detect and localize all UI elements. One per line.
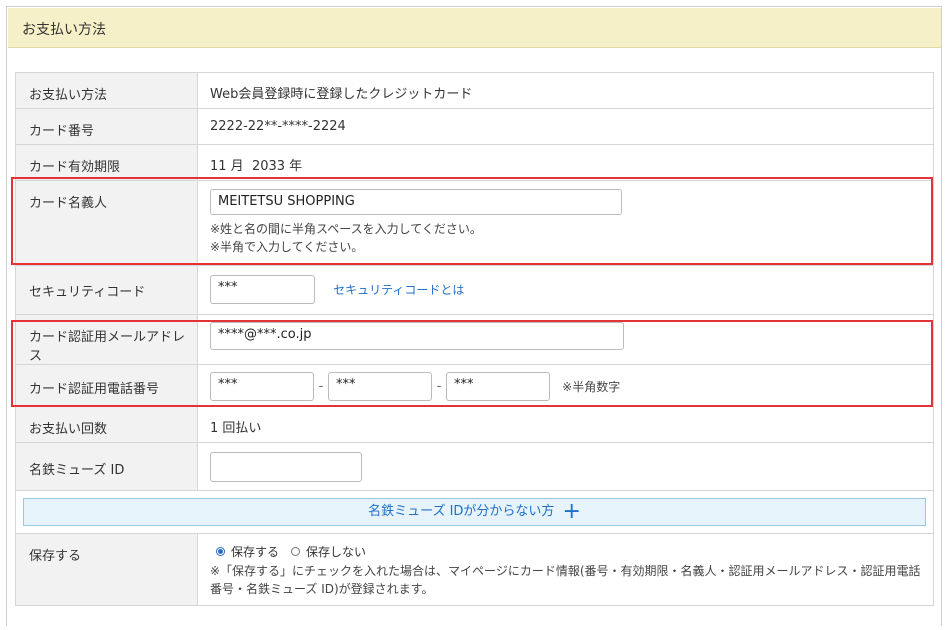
section-title: お支払い方法 [8,8,941,48]
row-installments: お支払い回数 1 回払い [15,406,934,443]
save-yes-option[interactable]: 保存する [216,544,291,559]
row-auth-phone: カード認証用電話番号 *** - *** - *** ※半角数字 [15,364,934,407]
radio-unchecked-icon[interactable] [291,547,301,556]
muse-id-help-label: 名鉄ミューズ IDが分からない方 [368,504,555,519]
row-card-expiry: カード有効期限 11 月 2033 年 [15,144,934,181]
security-code-label: セキュリティコード [15,265,198,315]
auth-phone-label: カード認証用電話番号 [15,364,198,407]
auth-email-label: カード認証用メールアドレス [15,314,198,365]
row-save: 保存する 保存する 保存しない ※「保存する」にチェックを入れた場合は、マイページ… [15,533,934,606]
card-holder-note-halfwidth: ※半角で入力してください。 [210,240,364,254]
payment-method-label: お支払い方法 [15,72,198,109]
row-auth-email: カード認証用メールアドレス ****@***.co.jp [15,314,934,365]
row-card-number: カード番号 2222-22**-****-2224 [15,108,934,145]
card-expiry-value: 11 月 2033 年 [197,144,934,181]
security-code-input[interactable]: *** [210,275,315,304]
security-code-help-link[interactable]: セキュリティコードとは [333,283,464,297]
phone-separator-2: - [436,379,442,394]
payment-method-value: Web会員登録時に登録したクレジットカード [197,72,934,109]
phone-separator-1: - [318,379,324,394]
card-holder-input[interactable]: MEITETSU SHOPPING [210,189,622,215]
row-payment-method: お支払い方法 Web会員登録時に登録したクレジットカード [15,72,934,109]
save-yes-label: 保存する [231,545,280,559]
card-holder-label: カード名義人 [15,180,198,266]
muse-id-label: 名鉄ミューズ ID [15,442,198,491]
save-label: 保存する [15,533,198,606]
muse-id-input[interactable] [210,452,362,482]
row-muse-id: 名鉄ミューズ ID [15,442,934,491]
plus-icon: + [562,499,581,524]
auth-phone-input-3[interactable]: *** [446,372,550,401]
auth-phone-input-2[interactable]: *** [328,372,432,401]
auth-phone-input-1[interactable]: *** [210,372,314,401]
radio-checked-icon[interactable] [216,547,225,556]
installments-label: お支払い回数 [15,406,198,443]
card-expiry-label: カード有効期限 [15,144,198,181]
row-muse-id-help: 名鉄ミューズ IDが分からない方 + [15,490,934,534]
row-card-holder: カード名義人 MEITETSU SHOPPING ※姓と名の間に半角スペースを入… [15,180,934,266]
auth-email-input[interactable]: ****@***.co.jp [210,322,624,350]
card-holder-note-spacing: ※姓と名の間に半角スペースを入力してください。 [210,222,482,236]
card-number-label: カード番号 [15,108,198,145]
save-note: ※「保存する」にチェックを入れた場合は、マイページにカード情報(番号・有効期限・… [210,564,921,596]
installments-value: 1 回払い [197,406,934,443]
muse-id-help-button[interactable]: 名鉄ミューズ IDが分からない方 + [23,498,926,526]
save-no-label: 保存しない [306,545,367,559]
payment-form-table: お支払い方法 Web会員登録時に登録したクレジットカード カード番号 2222-… [15,72,934,606]
auth-phone-note: ※半角数字 [562,380,621,394]
card-number-value: 2222-22**-****-2224 [197,108,934,145]
row-security-code: セキュリティコード *** セキュリティコードとは [15,265,934,315]
save-no-option[interactable]: 保存しない [291,544,378,559]
payment-panel: お支払い方法 お支払い方法 Web会員登録時に登録したクレジットカード カード番… [6,6,942,626]
